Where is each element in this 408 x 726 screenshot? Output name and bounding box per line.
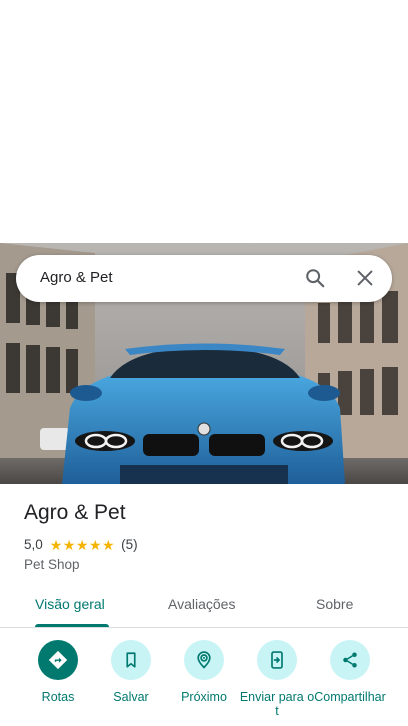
search-query[interactable]: Agro & Pet	[40, 269, 113, 286]
star-icon: ★	[49, 536, 63, 553]
directions-label: Rotas	[41, 690, 75, 704]
send-to-phone-label: Enviar para o t	[239, 690, 315, 718]
place-page: Agro & Pet Agro & Pet 5,0 ★ ★ ★ ★ ★ (5) …	[0, 0, 408, 726]
place-title: Agro & Pet	[24, 501, 126, 524]
bookmark-icon[interactable]	[111, 640, 151, 680]
send-to-phone-icon[interactable]	[257, 640, 297, 680]
save-label: Salvar	[113, 690, 149, 704]
action-bar: Rotas Salvar Próximo Enviar para o t Com…	[0, 640, 408, 726]
place-category: Pet Shop	[24, 557, 80, 572]
search-bar[interactable]: Agro & Pet	[16, 255, 392, 302]
share-button[interactable]: Compartilhar	[310, 640, 390, 704]
share-label: Compartilhar	[314, 690, 386, 704]
send-to-phone-button[interactable]: Enviar para o t	[237, 640, 317, 718]
review-count: (5)	[121, 537, 138, 552]
tab-bar: Visão geral Avaliações Sobre	[0, 584, 408, 628]
nearby-icon[interactable]	[184, 640, 224, 680]
search-icon[interactable]	[304, 267, 326, 289]
active-tab-indicator	[35, 624, 109, 627]
tab-overview[interactable]: Visão geral	[35, 596, 105, 612]
star-icon: ★	[62, 536, 76, 553]
rating-row[interactable]: 5,0 ★ ★ ★ ★ ★ (5)	[24, 537, 138, 552]
save-button[interactable]: Salvar	[91, 640, 171, 704]
rating-value: 5,0	[24, 537, 43, 552]
rating-stars: ★ ★ ★ ★ ★	[50, 538, 115, 552]
nearby-button[interactable]: Próximo	[164, 640, 244, 704]
star-icon: ★	[102, 536, 115, 553]
directions-button[interactable]: Rotas	[18, 640, 98, 704]
tab-about[interactable]: Sobre	[316, 596, 353, 612]
nearby-label: Próximo	[181, 690, 227, 704]
star-icon: ★	[75, 536, 89, 553]
close-icon[interactable]	[354, 267, 376, 289]
tab-reviews[interactable]: Avaliações	[168, 596, 235, 612]
share-icon[interactable]	[330, 640, 370, 680]
map-area[interactable]	[0, 0, 408, 243]
star-icon: ★	[88, 536, 102, 553]
directions-icon[interactable]	[38, 640, 78, 680]
